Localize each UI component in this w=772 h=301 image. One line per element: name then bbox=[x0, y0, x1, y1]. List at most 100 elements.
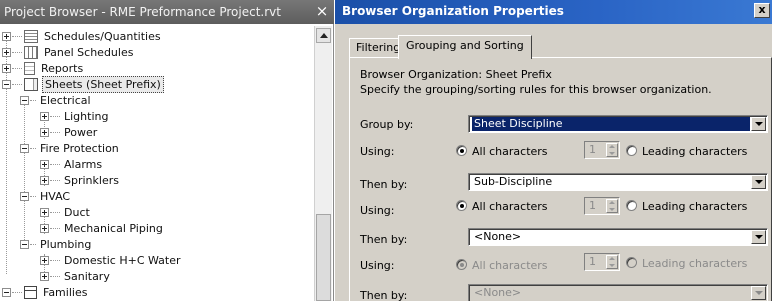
tree-item-label: Fire Protection bbox=[40, 141, 119, 155]
tree-item-schedules[interactable]: Schedules/Quantities bbox=[2, 28, 163, 44]
tree-connector-line bbox=[24, 98, 25, 242]
using-label: Using: bbox=[360, 259, 395, 272]
scroll-up-icon[interactable] bbox=[316, 28, 331, 43]
expand-icon[interactable] bbox=[40, 207, 49, 217]
tree-item-duct[interactable]: Duct bbox=[40, 204, 92, 220]
tree-item-label: Power bbox=[64, 125, 98, 139]
leading-characters-radio[interactable] bbox=[626, 145, 637, 156]
tree-item-alarms[interactable]: Alarms bbox=[40, 156, 104, 172]
expand-icon[interactable] bbox=[40, 175, 49, 185]
then-by-value: <None> bbox=[474, 230, 522, 243]
project-browser-panel: Project Browser - RME Preformance Projec… bbox=[0, 0, 334, 301]
organization-description: Specify the grouping/sorting rules for t… bbox=[360, 83, 712, 96]
leading-characters-radio[interactable] bbox=[626, 200, 637, 211]
collapse-icon[interactable] bbox=[2, 287, 11, 297]
grouping-sorting-panel: Browser Organization: Sheet Prefix Speci… bbox=[349, 57, 772, 301]
tree-item-families[interactable]: Families bbox=[2, 284, 89, 300]
stepper-arrows-icon bbox=[606, 143, 618, 157]
tree-item-domestic-water[interactable]: Domestic H+C Water bbox=[40, 252, 183, 268]
expand-icon[interactable] bbox=[2, 63, 11, 73]
tree-item-panel-schedules[interactable]: Panel Schedules bbox=[2, 44, 135, 60]
tree-item-label: Panel Schedules bbox=[44, 45, 134, 59]
character-count-value: 1 bbox=[589, 199, 596, 212]
tree-item-electrical[interactable]: Electrical bbox=[20, 92, 93, 108]
schedule-icon bbox=[24, 29, 38, 43]
all-characters-label: All characters bbox=[472, 145, 548, 158]
leading-characters-label: Leading characters bbox=[642, 257, 748, 270]
then-by-value: Sub-Discipline bbox=[474, 175, 553, 188]
using-label: Using: bbox=[360, 145, 395, 158]
collapse-icon[interactable] bbox=[20, 143, 29, 153]
expand-icon[interactable] bbox=[40, 223, 49, 233]
group-by-select[interactable]: Sheet Discipline bbox=[468, 115, 768, 133]
group-by-label: Group by: bbox=[360, 118, 414, 131]
character-count-stepper: 1 bbox=[584, 253, 620, 271]
expand-icon[interactable] bbox=[40, 271, 49, 281]
tree-item-label: Electrical bbox=[40, 93, 91, 107]
tree-item-label: Families bbox=[43, 285, 88, 299]
tree-item-label: Duct bbox=[64, 205, 90, 219]
stepper-arrows-icon bbox=[606, 199, 618, 213]
then-by-select: <None> bbox=[468, 284, 768, 301]
expand-icon[interactable] bbox=[40, 159, 49, 169]
all-characters-radio bbox=[456, 259, 467, 270]
character-count-value: 1 bbox=[589, 255, 596, 268]
browser-organization-dialog: Browser Organization Properties x Filter… bbox=[335, 0, 772, 301]
chevron-down-icon bbox=[751, 286, 766, 300]
tree-item-label: Plumbing bbox=[40, 237, 92, 251]
all-characters-label: All characters bbox=[472, 200, 548, 213]
tree-item-mechanical-piping[interactable]: Mechanical Piping bbox=[40, 220, 165, 236]
expand-icon[interactable] bbox=[2, 31, 11, 41]
then-by-select[interactable]: <None> bbox=[468, 228, 768, 246]
project-browser-title: Project Browser - RME Preformance Projec… bbox=[0, 0, 334, 24]
collapse-icon[interactable] bbox=[20, 95, 29, 105]
collapse-icon[interactable] bbox=[20, 191, 29, 201]
tab-grouping-and-sorting[interactable]: Grouping and Sorting bbox=[398, 35, 532, 59]
dialog-title: Browser Organization Properties bbox=[335, 0, 772, 24]
tree-item-label: Sanitary bbox=[64, 269, 110, 283]
then-by-value: <None> bbox=[474, 286, 522, 299]
character-count-stepper: 1 bbox=[584, 197, 620, 215]
tree-item-hvac[interactable]: HVAC bbox=[20, 188, 72, 204]
collapse-icon[interactable] bbox=[2, 79, 11, 89]
report-icon bbox=[24, 61, 35, 75]
character-count-value: 1 bbox=[589, 143, 596, 156]
tree-item-power[interactable]: Power bbox=[40, 124, 99, 140]
tree-item-reports[interactable]: Reports bbox=[2, 60, 85, 76]
then-by-label: Then by: bbox=[360, 289, 408, 301]
leading-characters-radio bbox=[626, 257, 637, 268]
tree-item-label: Domestic H+C Water bbox=[64, 253, 181, 267]
tree-item-lighting[interactable]: Lighting bbox=[40, 108, 110, 124]
leading-characters-label: Leading characters bbox=[642, 200, 748, 213]
chevron-down-icon[interactable] bbox=[751, 230, 766, 244]
expand-icon[interactable] bbox=[40, 255, 49, 265]
tree-item-fire-protection[interactable]: Fire Protection bbox=[20, 140, 121, 156]
chevron-down-icon[interactable] bbox=[751, 175, 766, 189]
scrollbar-thumb[interactable] bbox=[316, 214, 331, 301]
chevron-down-icon[interactable] bbox=[751, 117, 766, 131]
tree-item-plumbing[interactable]: Plumbing bbox=[20, 236, 93, 252]
character-count-stepper: 1 bbox=[584, 141, 620, 159]
panel-schedule-icon bbox=[24, 45, 38, 59]
expand-icon[interactable] bbox=[40, 127, 49, 137]
close-icon[interactable]: x bbox=[754, 3, 770, 18]
all-characters-radio[interactable] bbox=[456, 200, 467, 211]
leading-characters-label: Leading characters bbox=[642, 145, 748, 158]
tree-item-label: HVAC bbox=[40, 189, 71, 203]
tree-item-sheets[interactable]: Sheets (Sheet Prefix) bbox=[2, 75, 164, 93]
tree-item-sprinklers[interactable]: Sprinklers bbox=[40, 172, 121, 188]
vertical-scrollbar[interactable] bbox=[314, 26, 332, 301]
tree-item-label: Alarms bbox=[64, 157, 103, 171]
tree-item-label: Mechanical Piping bbox=[64, 221, 163, 235]
expand-icon[interactable] bbox=[2, 47, 11, 57]
expand-icon[interactable] bbox=[40, 111, 49, 121]
project-browser-tree: Schedules/Quantities Panel Schedules Rep… bbox=[0, 26, 312, 301]
tree-item-label: Reports bbox=[41, 61, 84, 75]
close-icon[interactable]: × bbox=[311, 0, 333, 24]
tree-item-sanitary[interactable]: Sanitary bbox=[40, 268, 112, 284]
collapse-icon[interactable] bbox=[20, 239, 29, 249]
then-by-select[interactable]: Sub-Discipline bbox=[468, 173, 768, 191]
all-characters-radio[interactable] bbox=[456, 145, 467, 156]
using-label: Using: bbox=[360, 204, 395, 217]
tree-item-label: Schedules/Quantities bbox=[44, 29, 161, 43]
